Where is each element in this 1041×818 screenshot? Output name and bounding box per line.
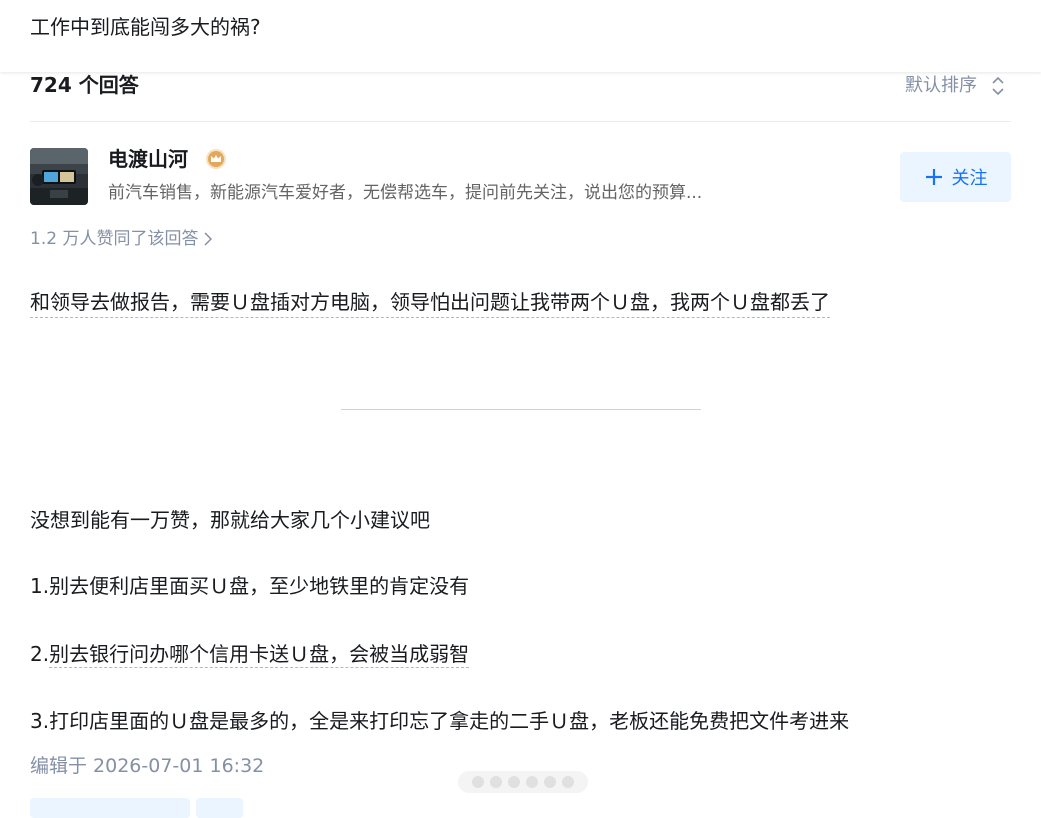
upvote-button[interactable] — [30, 798, 190, 818]
votes-summary[interactable]: 1.2 万人赞同了该回答 — [30, 227, 213, 251]
edit-timestamp: 编辑于 2026-07-01 16:32 — [30, 755, 265, 777]
answer-paragraph-3: 1.别去便利店里面买Ｕ盘，至少地铁里的肯定没有 — [30, 574, 470, 598]
answer-paragraph-4: 2.别去银行问办哪个信用卡送Ｕ盘，会被当成弱智 — [30, 640, 470, 668]
follow-button[interactable]: 关注 — [900, 152, 1011, 202]
plus-icon — [925, 169, 942, 185]
question-title[interactable]: 工作中到底能闯多大的祸? — [30, 13, 261, 41]
follow-label: 关注 — [951, 168, 988, 189]
question-header: 工作中到底能闯多大的祸? — [0, 0, 1041, 72]
answer-count: 724 个回答 — [30, 73, 139, 97]
sort-button[interactable]: 默认排序 — [905, 74, 1005, 98]
author-name[interactable]: 电渡山河 — [108, 145, 188, 173]
answer-paragraph-1: 和领导去做报告，需要Ｕ盘插对方电脑，领导怕出问题让我带两个Ｕ盘，我两个Ｕ盘都丢了 — [30, 288, 830, 318]
list-text: 别去银行问办哪个信用卡送Ｕ盘，会被当成弱智 — [49, 642, 470, 668]
sort-label: 默认排序 — [905, 75, 977, 96]
list-number: 2. — [30, 642, 50, 666]
verified-badge-icon — [206, 149, 226, 169]
answers-header: 724 个回答 默认排序 — [30, 72, 1011, 122]
author-bio: 前汽车销售，新能源汽车爱好者，无偿帮选车，提问前先关注，说出您的预算... — [108, 183, 703, 203]
answer-paragraph-5: 3.打印店里面的Ｕ盘是最多的，全是来打印忘了拿走的二手Ｕ盘，老板还能免费把文件考… — [30, 709, 850, 733]
chevron-right-icon — [204, 232, 213, 246]
answer-paragraph-2: 没想到能有一万赞，那就给大家几个小建议吧 — [30, 508, 430, 532]
sort-updown-icon — [992, 76, 1004, 96]
avatar[interactable] — [30, 148, 88, 205]
votes-summary-text: 1.2 万人赞同了该回答 — [30, 229, 199, 249]
fade-indicator — [458, 771, 588, 793]
downvote-button[interactable] — [196, 798, 243, 818]
divider — [341, 409, 701, 410]
